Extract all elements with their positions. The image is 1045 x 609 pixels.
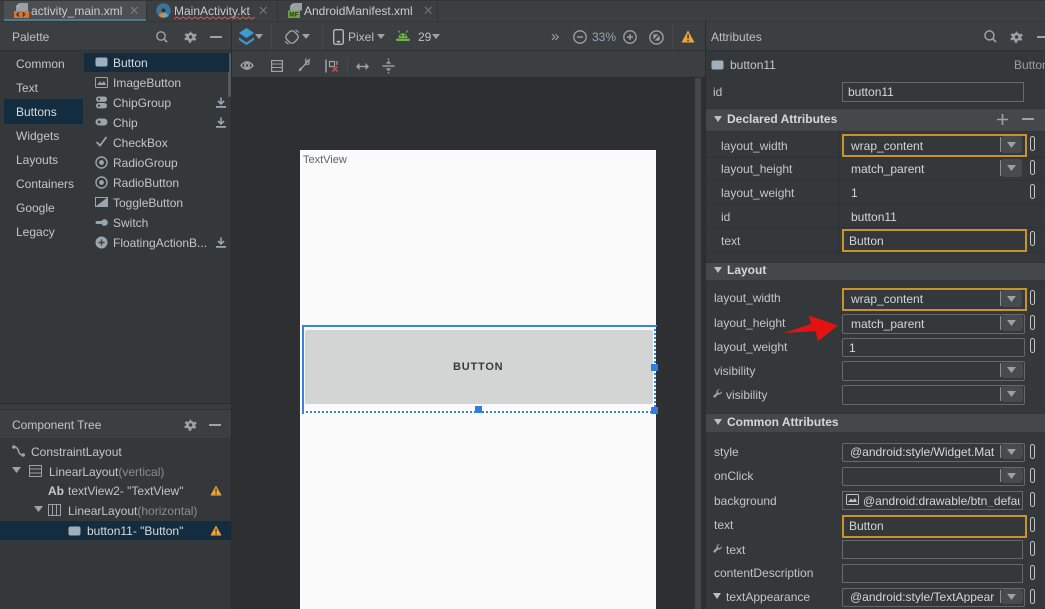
svg-text:MF: MF <box>289 12 298 19</box>
